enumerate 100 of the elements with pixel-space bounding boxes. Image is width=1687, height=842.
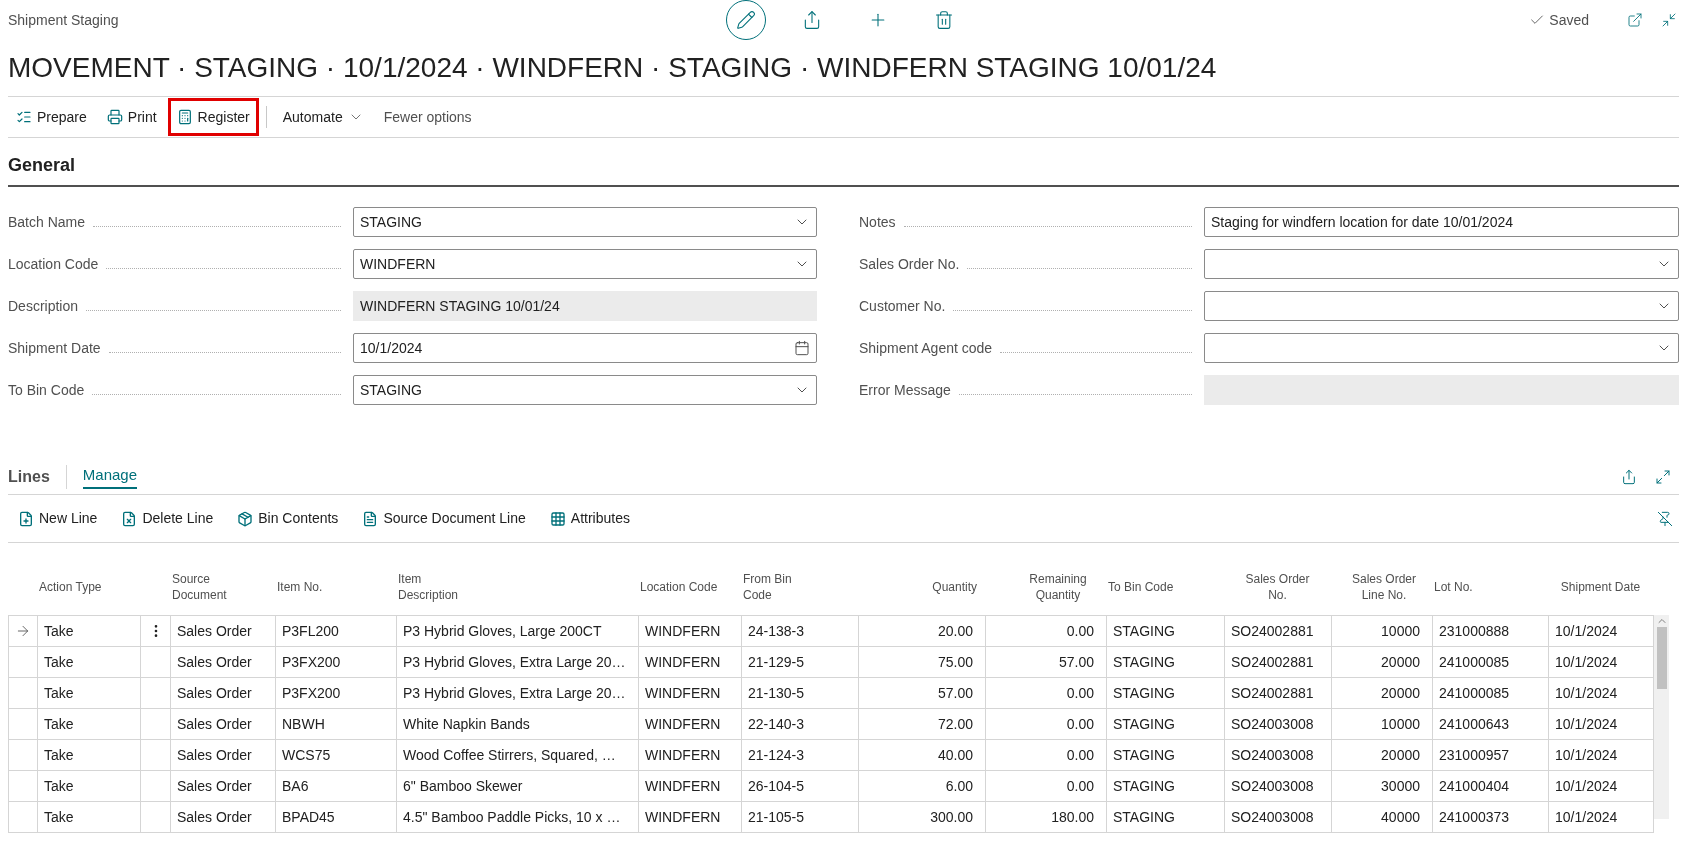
dropdown-field[interactable]: STAGING [353,375,817,405]
table-cell: 241000643 [1433,709,1549,739]
table-cell: 10000 [1332,709,1433,739]
list-icon [16,109,32,125]
table-cell: Sales Order [171,740,276,770]
table-cell: 241000085 [1433,678,1549,708]
table-cell: Take [38,647,141,677]
box-icon [237,510,254,527]
column-header: Lot No. [1434,579,1473,595]
table-cell: STAGING [1107,771,1225,801]
share-button[interactable] [1621,468,1637,485]
table-cell: 57.00 [859,678,986,708]
table-cell: P3FX200 [276,678,397,708]
dropdown-field[interactable]: WINDFERN [353,249,817,279]
table-cell: P3 Hybrid Gloves, Large 200CT [397,616,639,646]
table-cell: 0.00 [986,678,1107,708]
field-label: Shipment Agent code [859,338,994,358]
table-cell: Sales Order [171,709,276,739]
column-header: From Bin Code [743,571,793,603]
table-cell: STAGING [1107,802,1225,832]
column-header: Sales Order Line No. [1351,571,1417,603]
line-action[interactable]: New Line [14,502,102,535]
scrollbar[interactable] [1654,615,1669,819]
line-action[interactable]: Attributes [545,502,634,535]
table-cell: 26-104-5 [742,771,859,801]
table-cell: 22-140-3 [742,709,859,739]
table-cell: 241000404 [1433,771,1549,801]
toolbar-action[interactable]: Prepare [8,99,95,135]
table-cell: STAGING [1107,616,1225,646]
table-cell: 20000 [1332,647,1433,677]
unpin-button[interactable] [1657,510,1673,527]
field-label: To Bin Code [8,380,86,400]
table-cell: 21-105-5 [742,802,859,832]
table-cell: Sales Order [171,647,276,677]
field-label: Error Message [859,380,952,400]
column-header: Item No. [277,579,323,595]
table-cell: BA6 [276,771,397,801]
dropdown-field[interactable] [1204,291,1679,321]
tab[interactable]: Manage [82,464,137,489]
table-cell: Sales Order [171,771,276,801]
share-icon [1621,468,1637,485]
input-field[interactable]: Staging for windfern location for date 10/01/2024 [1204,207,1679,237]
grid-icon [549,510,566,527]
table-cell: Take [38,740,141,770]
column-header: Action Type [39,579,102,595]
printer-icon [106,109,123,125]
collapse-icon [1661,12,1677,28]
table-cell: 40000 [1332,802,1433,832]
toolbar-action[interactable]: Print [98,99,165,135]
section-title: Lines [8,464,67,489]
table-cell: White Napkin Bands [397,709,639,739]
table-cell: 30000 [1332,771,1433,801]
table-cell: 241000085 [1433,647,1549,677]
table-cell: 0.00 [986,616,1107,646]
table-cell: 231000888 [1433,616,1549,646]
table-cell: STAGING [1107,647,1225,677]
scrollbar-thumb[interactable] [1656,627,1667,689]
table-cell: 6.00 [859,771,986,801]
table-cell: 300.00 [859,802,986,832]
toolbar-action[interactable]: Register [168,99,258,135]
table-cell: WINDFERN [639,802,742,832]
table-cell: 24-138-3 [742,616,859,646]
date-field[interactable]: 10/1/2024 [353,333,817,363]
trash-icon [934,10,954,30]
field-label: Location Code [8,254,100,274]
table-cell: 0.00 [986,740,1107,770]
table-cell: WINDFERN [639,647,742,677]
toolbar-action[interactable]: Automate [274,99,372,135]
section-title: General [8,154,77,177]
column-header: Item Description [398,571,460,603]
line-action[interactable]: Delete Line [117,502,218,535]
table-cell: 21-124-3 [742,740,859,770]
calendar-icon [794,340,810,356]
column-header: Remaining Quantity [1028,571,1088,603]
table-cell: SO24002881 [1225,678,1332,708]
field-label: Shipment Date [8,338,102,358]
table-cell: 20000 [1332,740,1433,770]
table-cell: 72.00 [859,709,986,739]
table-cell: SO24003008 [1225,709,1332,739]
column-header: Location Code [640,579,718,595]
table-cell: SO24003008 [1225,740,1332,770]
table-cell: NBWH [276,709,397,739]
field-label: Description [8,296,80,316]
table-cell: 180.00 [986,802,1107,832]
open-new-window-button[interactable] [1627,12,1643,28]
collapse-button[interactable] [1661,12,1677,28]
line-action[interactable]: Bin Contents [233,502,343,535]
dropdown-field[interactable] [1204,249,1679,279]
pencil-icon [736,10,756,30]
table-cell: 57.00 [986,647,1107,677]
table-cell: STAGING [1107,678,1225,708]
dropdown-field[interactable] [1204,333,1679,363]
table-cell: Sales Order [171,802,276,832]
table-cell: Sales Order [171,678,276,708]
toolbar-action[interactable]: Fewer options [375,99,480,135]
dropdown-field[interactable]: STAGING [353,207,817,237]
table-cell: SO24003008 [1225,802,1332,832]
line-action[interactable]: Source Document Line [358,502,530,535]
table-cell: Take [38,802,141,832]
expand-button[interactable] [1655,468,1671,485]
